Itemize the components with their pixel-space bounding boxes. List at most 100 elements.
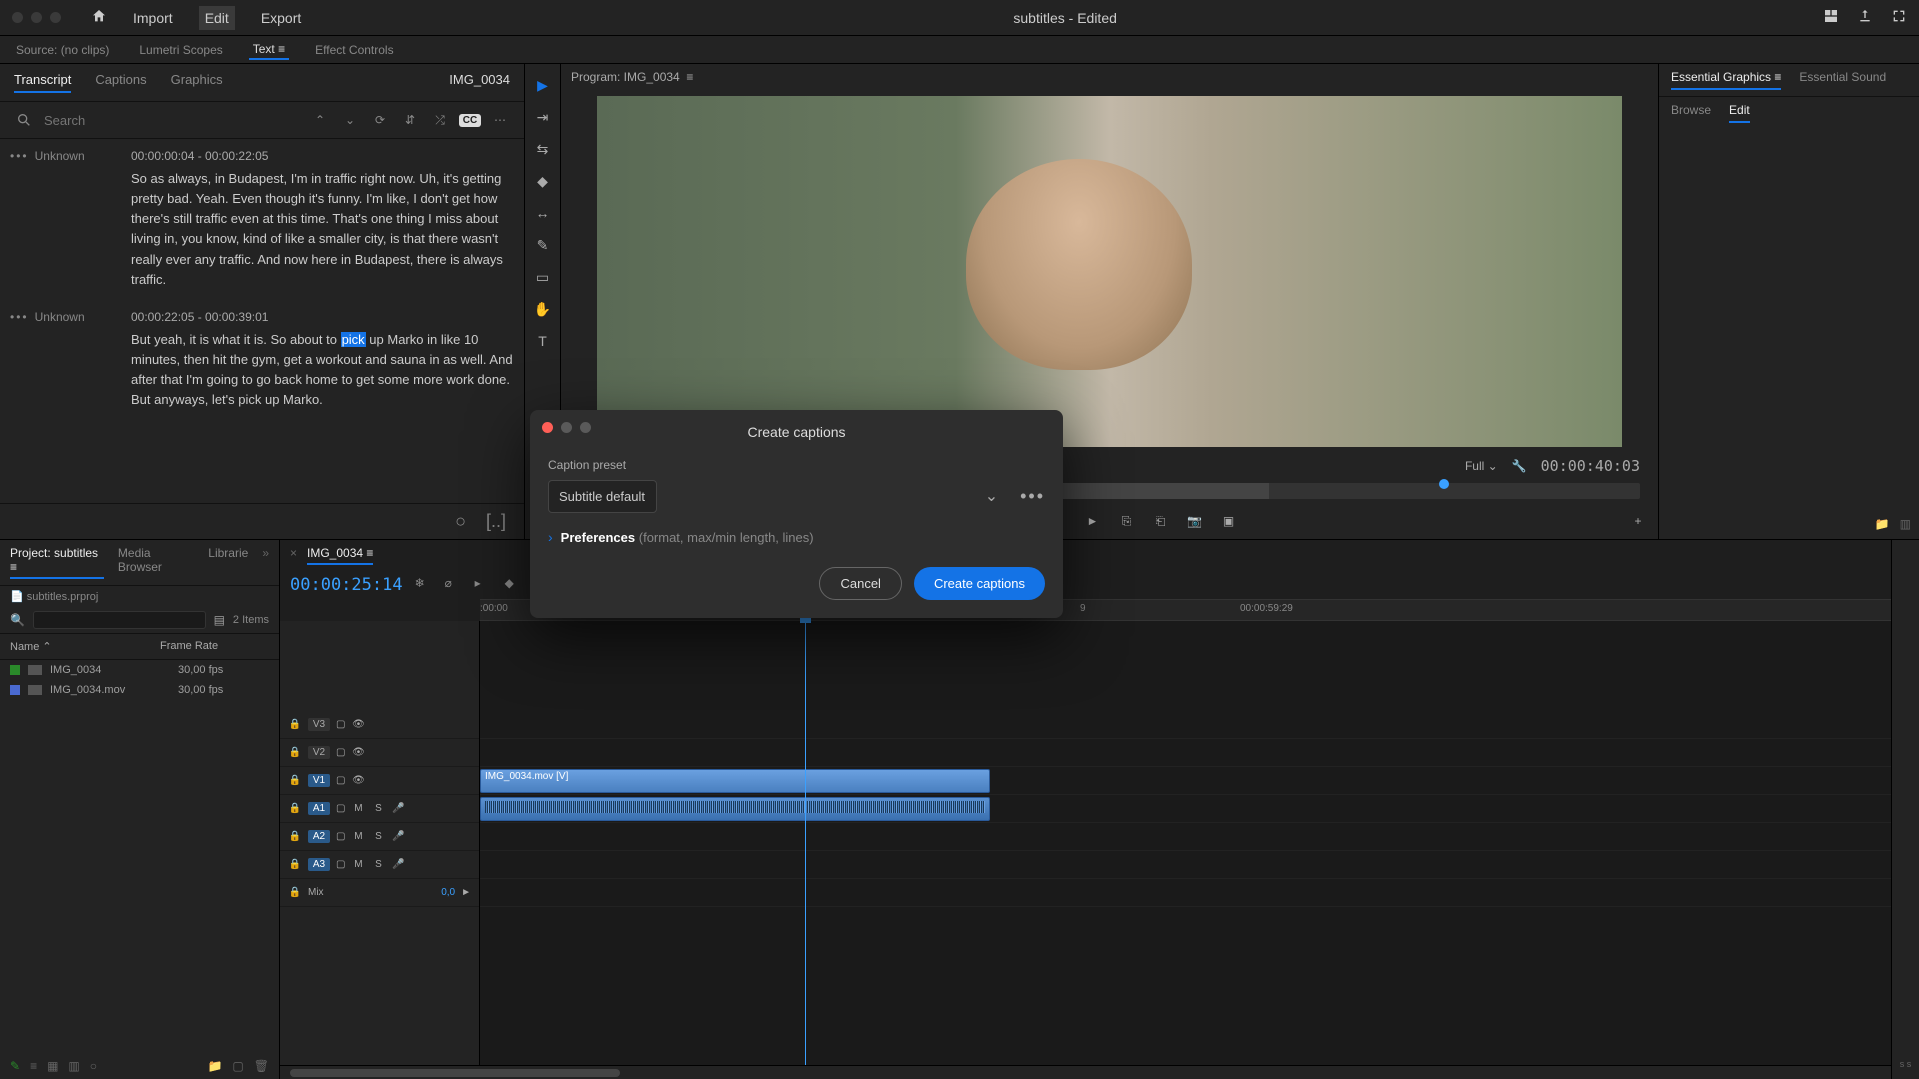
libraries-tab[interactable]: Librarie bbox=[208, 546, 248, 579]
captions-tab[interactable]: Captions bbox=[95, 72, 146, 93]
essential-sound-tab[interactable]: Essential Sound bbox=[1799, 70, 1886, 90]
timeline-timecode[interactable]: 00:00:25:14 bbox=[290, 575, 403, 595]
dialog-close-icon[interactable] bbox=[542, 422, 553, 433]
project-pen-icon[interactable]: ✎ bbox=[10, 1059, 20, 1073]
linked-selection-icon[interactable]: ⌀ bbox=[445, 576, 463, 594]
refresh-icon[interactable]: ⟳ bbox=[370, 110, 390, 130]
timeline-zoom-scrollbar[interactable] bbox=[280, 1065, 1891, 1079]
eg-folder-icon[interactable]: 📁 bbox=[1875, 517, 1890, 531]
project-view-icon[interactable]: ▤ bbox=[214, 613, 225, 627]
comparison-icon[interactable]: ▣ bbox=[1219, 511, 1239, 531]
col-name-header[interactable]: Name ⌃ bbox=[10, 640, 160, 653]
eg-browse-tab[interactable]: Browse bbox=[1671, 103, 1711, 123]
project-icon-view-icon[interactable]: ▦ bbox=[47, 1059, 58, 1073]
audio-track-header[interactable]: 🔒A1▢MS🎤 bbox=[280, 795, 479, 823]
project-zoom-icon[interactable]: ○ bbox=[90, 1059, 97, 1073]
audio-clip[interactable] bbox=[480, 797, 990, 821]
effect-controls-tab[interactable]: Effect Controls bbox=[311, 41, 397, 59]
video-track-header[interactable]: 🔒V1▢👁 bbox=[280, 767, 479, 795]
fullscreen-icon[interactable] bbox=[1891, 8, 1907, 27]
step-fwd-icon[interactable]: ► bbox=[1083, 511, 1103, 531]
next-match-icon[interactable]: ⌄ bbox=[340, 110, 360, 130]
type-tool-icon[interactable]: T bbox=[532, 330, 554, 352]
col-framerate-header[interactable]: Frame Rate bbox=[160, 640, 218, 653]
timeline-content[interactable]: IMG_0034.mov [V] bbox=[480, 621, 1891, 1065]
project-freeform-icon[interactable]: ▥ bbox=[68, 1059, 79, 1073]
pen-tool-icon[interactable]: ✎ bbox=[532, 234, 554, 256]
home-icon[interactable] bbox=[91, 8, 107, 27]
transcript-tab[interactable]: Transcript bbox=[14, 72, 71, 93]
merge-icon[interactable]: ⇵ bbox=[400, 110, 420, 130]
video-track-header[interactable]: 🔒V2▢👁 bbox=[280, 739, 479, 767]
edit-menu[interactable]: Edit bbox=[199, 6, 235, 30]
quality-dropdown[interactable]: Full ⌄ bbox=[1465, 459, 1498, 473]
segment-menu-icon[interactable]: ••• bbox=[10, 149, 29, 163]
preset-more-icon[interactable]: ••• bbox=[1020, 486, 1045, 507]
workspace-icon[interactable] bbox=[1823, 8, 1839, 27]
prev-match-icon[interactable]: ⌃ bbox=[310, 110, 330, 130]
project-item[interactable]: IMG_0034 30,00 fps bbox=[0, 660, 279, 680]
marker-add-icon[interactable]: ▸ bbox=[475, 576, 493, 594]
hand-tool-icon[interactable]: ✋ bbox=[532, 298, 554, 320]
window-controls[interactable] bbox=[12, 12, 61, 23]
add-button-icon[interactable]: + bbox=[1628, 511, 1648, 531]
cancel-button[interactable]: Cancel bbox=[819, 567, 901, 600]
project-item[interactable]: IMG_0034.mov 30,00 fps bbox=[0, 680, 279, 700]
video-clip[interactable]: IMG_0034.mov [V] bbox=[480, 769, 990, 793]
eg-edit-tab[interactable]: Edit bbox=[1729, 103, 1750, 123]
slip-tool-icon[interactable]: ↔ bbox=[532, 202, 554, 224]
project-search-input[interactable] bbox=[33, 611, 206, 629]
bracket-icon[interactable]: [..] bbox=[486, 511, 506, 532]
segment-text[interactable]: So as always, in Budapest, I'm in traffi… bbox=[131, 169, 514, 290]
project-search-icon[interactable]: 🔍 bbox=[10, 613, 25, 627]
graphics-tab[interactable]: Graphics bbox=[171, 72, 223, 93]
audio-track-header[interactable]: 🔒A3▢MS🎤 bbox=[280, 851, 479, 879]
project-new-bin-icon[interactable]: 📁 bbox=[207, 1059, 222, 1073]
transcript-sequence-name: IMG_0034 bbox=[449, 72, 510, 93]
export-frame-icon[interactable]: 📷 bbox=[1185, 511, 1205, 531]
essential-graphics-tab[interactable]: Essential Graphics ≡ bbox=[1671, 70, 1781, 90]
media-browser-tab[interactable]: Media Browser bbox=[118, 546, 194, 579]
transcript-segment[interactable]: •••Unknown 00:00:22:05 - 00:00:39:01 But… bbox=[10, 310, 514, 411]
settings-icon[interactable]: 🔧 bbox=[1512, 459, 1527, 473]
transcript-segment[interactable]: •••Unknown 00:00:00:04 - 00:00:22:05 So … bbox=[10, 149, 514, 290]
selection-tool-icon[interactable]: ▶ bbox=[532, 74, 554, 96]
overwrite-icon[interactable]: ⎗ bbox=[1151, 511, 1171, 531]
snap-icon[interactable]: ❄ bbox=[415, 576, 433, 594]
text-tab[interactable]: Text ≡ bbox=[249, 40, 289, 60]
project-delete-icon[interactable]: 🗑 bbox=[254, 1059, 269, 1073]
program-monitor[interactable] bbox=[597, 96, 1622, 447]
export-menu[interactable]: Export bbox=[255, 6, 307, 30]
create-captions-icon[interactable]: CC bbox=[460, 110, 480, 130]
segment-text[interactable]: But yeah, it is what it is. So about to … bbox=[131, 330, 514, 411]
create-captions-button[interactable]: Create captions bbox=[914, 567, 1045, 600]
ripple-tool-icon[interactable]: ⇆ bbox=[532, 138, 554, 160]
share-icon[interactable] bbox=[1857, 8, 1873, 27]
razor-tool-icon[interactable]: ◆ bbox=[532, 170, 554, 192]
import-menu[interactable]: Import bbox=[127, 6, 179, 30]
project-overflow-icon[interactable]: » bbox=[262, 546, 269, 579]
timeline-sequence-tab[interactable]: IMG_0034 ≡ bbox=[307, 546, 373, 565]
insert-icon[interactable]: ⎘ bbox=[1117, 511, 1137, 531]
transcript-more-icon[interactable]: ⋯ bbox=[490, 110, 510, 130]
marker-icon[interactable]: ○ bbox=[455, 511, 466, 532]
caption-preset-select[interactable]: Subtitle default bbox=[548, 480, 657, 513]
segment-menu-icon[interactable]: ••• bbox=[10, 310, 29, 324]
rectangle-tool-icon[interactable]: ▭ bbox=[532, 266, 554, 288]
lumetri-tab[interactable]: Lumetri Scopes bbox=[135, 41, 226, 59]
split-icon[interactable]: ⤮ bbox=[430, 110, 450, 130]
preferences-disclosure[interactable]: › Preferences (format, max/min length, l… bbox=[548, 529, 1045, 545]
search-icon[interactable] bbox=[14, 110, 34, 130]
video-track-header[interactable]: 🔒V3▢👁 bbox=[280, 711, 479, 739]
project-panel-tab[interactable]: Project: subtitles ≡ bbox=[10, 546, 104, 579]
project-list-icon[interactable]: ≡ bbox=[30, 1059, 37, 1073]
source-tab[interactable]: Source: (no clips) bbox=[12, 41, 113, 59]
playhead[interactable] bbox=[805, 621, 806, 1065]
audio-track-header[interactable]: 🔒A2▢MS🎤 bbox=[280, 823, 479, 851]
timeline-marker-icon[interactable]: ◆ bbox=[505, 576, 523, 594]
project-new-item-icon[interactable]: ▢ bbox=[232, 1059, 243, 1073]
mix-track-header[interactable]: 🔒Mix0,0► bbox=[280, 879, 479, 907]
track-select-tool-icon[interactable]: ⇥ bbox=[532, 106, 554, 128]
transcript-search-input[interactable] bbox=[44, 113, 300, 128]
eg-new-icon[interactable]: ▥ bbox=[1900, 517, 1911, 531]
